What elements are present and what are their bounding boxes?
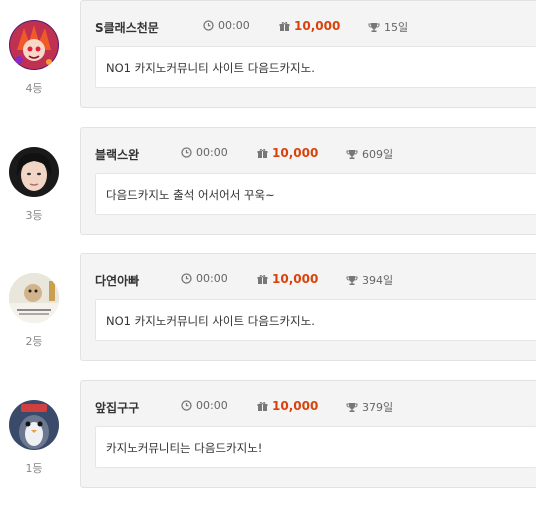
- attendance-card: S클래스천문 00:00 10,000 15일 NO1 카지노커뮤니티 사이트 …: [80, 0, 536, 108]
- gift-icon: [257, 274, 268, 284]
- avatar[interactable]: [9, 147, 59, 197]
- avatar-image: [9, 20, 59, 70]
- avatar-image: [9, 273, 59, 323]
- clock-icon: [181, 400, 192, 411]
- avatar-image: [9, 400, 59, 450]
- attendance-entry: 앞집구구 00:00 10,000 379일 카지노커뮤니티는 다음드카지노!: [0, 380, 536, 508]
- attendance-entry: 다연아빠 00:00 10,000 394일 NO1 카지노커뮤니티 사이트 다…: [0, 253, 536, 381]
- gift-icon: [279, 21, 290, 31]
- message-box: NO1 카지노커뮤니티 사이트 다음드카지노.: [95, 46, 536, 88]
- points-value: 10,000: [272, 399, 319, 413]
- avatar[interactable]: [9, 20, 59, 70]
- rank-label: 2등: [25, 335, 43, 348]
- clock-icon: [181, 273, 192, 284]
- days-meta: 379일: [346, 399, 393, 415]
- days-meta: 609일: [346, 146, 393, 162]
- gift-icon: [257, 401, 268, 411]
- avatar[interactable]: [9, 273, 59, 323]
- gift-icon: [257, 148, 268, 158]
- days-text: 609일: [362, 148, 394, 161]
- points-meta: 10,000: [279, 19, 340, 33]
- nickname[interactable]: 앞집구구: [95, 399, 139, 416]
- days-text: 394일: [362, 274, 394, 287]
- time-text: 00:00: [196, 146, 228, 159]
- time-meta: 00:00: [181, 399, 228, 412]
- nickname[interactable]: S클래스천문: [95, 19, 159, 36]
- points-value: 10,000: [272, 272, 319, 286]
- rank-label: 3등: [25, 209, 43, 222]
- time-meta: 00:00: [203, 19, 250, 32]
- time-meta: 00:00: [181, 146, 228, 159]
- days-text: 15일: [384, 21, 409, 34]
- time-text: 00:00: [196, 272, 228, 285]
- avatar-image: [9, 147, 59, 197]
- points-meta: 10,000: [257, 399, 318, 413]
- attendance-card: 앞집구구 00:00 10,000 379일 카지노커뮤니티는 다음드카지노!: [80, 380, 536, 488]
- days-meta: 394일: [346, 272, 393, 288]
- clock-icon: [181, 147, 192, 158]
- clock-icon: [203, 20, 214, 31]
- attendance-card: 다연아빠 00:00 10,000 394일 NO1 카지노커뮤니티 사이트 다…: [80, 253, 536, 361]
- attendance-entry: 블랙스완 00:00 10,000 609일 다음드카지노 출석 어서어서 꾸욱…: [0, 127, 536, 255]
- points-value: 10,000: [272, 146, 319, 160]
- time-text: 00:00: [218, 19, 250, 32]
- trophy-icon: [346, 149, 358, 159]
- message-box: NO1 카지노커뮤니티 사이트 다음드카지노.: [95, 299, 536, 341]
- attendance-card: 블랙스완 00:00 10,000 609일 다음드카지노 출석 어서어서 꾸욱…: [80, 127, 536, 235]
- trophy-icon: [368, 22, 380, 32]
- nickname[interactable]: 블랙스완: [95, 146, 139, 163]
- points-meta: 10,000: [257, 146, 318, 160]
- trophy-icon: [346, 402, 358, 412]
- message-box: 다음드카지노 출석 어서어서 꾸욱~: [95, 173, 536, 215]
- time-text: 00:00: [196, 399, 228, 412]
- message-box: 카지노커뮤니티는 다음드카지노!: [95, 426, 536, 468]
- trophy-icon: [346, 275, 358, 285]
- days-text: 379일: [362, 401, 394, 414]
- rank-label: 4등: [25, 82, 43, 95]
- avatar[interactable]: [9, 400, 59, 450]
- attendance-entry: S클래스천문 00:00 10,000 15일 NO1 카지노커뮤니티 사이트 …: [0, 0, 536, 128]
- days-meta: 15일: [368, 19, 408, 35]
- points-value: 10,000: [294, 19, 341, 33]
- rank-label: 1등: [25, 462, 43, 475]
- nickname[interactable]: 다연아빠: [95, 272, 139, 289]
- points-meta: 10,000: [257, 272, 318, 286]
- time-meta: 00:00: [181, 272, 228, 285]
